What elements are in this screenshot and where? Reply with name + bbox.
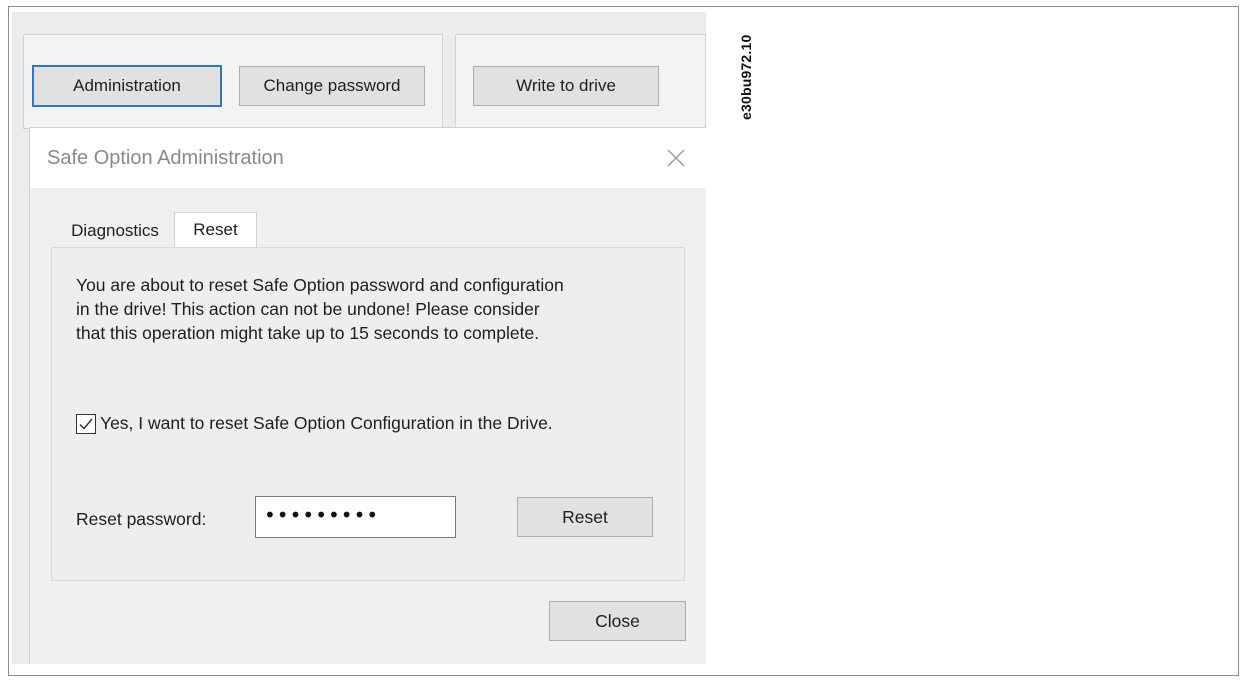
toolbar-group-admin: Administration Change password xyxy=(23,34,443,129)
toolbar-group-drive: Write to drive xyxy=(455,34,706,129)
warning-line: You are about to reset Safe Option passw… xyxy=(76,275,564,295)
check-icon xyxy=(79,418,93,430)
close-button[interactable]: Close xyxy=(549,601,686,641)
figure-id: e30bu972.10 xyxy=(738,34,754,120)
reset-password-label: Reset password: xyxy=(76,509,207,529)
reset-button[interactable]: Reset xyxy=(517,497,653,537)
dialog-titlebar: Safe Option Administration xyxy=(30,128,706,188)
reset-warning-text: You are about to reset Safe Option passw… xyxy=(76,273,666,345)
warning-line: in the drive! This action can not be und… xyxy=(76,299,540,319)
tab-diagnostics[interactable]: Diagnostics xyxy=(56,214,174,248)
close-icon[interactable] xyxy=(664,146,688,170)
change-password-button[interactable]: Change password xyxy=(239,66,425,106)
confirm-reset-checkbox[interactable] xyxy=(76,413,96,434)
write-to-drive-button[interactable]: Write to drive xyxy=(473,66,659,106)
reset-tab-panel: You are about to reset Safe Option passw… xyxy=(51,247,685,581)
dialog-title: Safe Option Administration xyxy=(47,147,284,169)
reset-password-field[interactable]: ••••••••• xyxy=(255,496,456,538)
confirm-reset-row: Yes, I want to reset Safe Option Configu… xyxy=(76,413,553,434)
confirm-reset-label: Yes, I want to reset Safe Option Configu… xyxy=(100,413,553,433)
warning-line: that this operation might take up to 15 … xyxy=(76,323,540,343)
safe-option-admin-dialog: Safe Option Administration Diagnostics R… xyxy=(29,127,706,664)
administration-button[interactable]: Administration xyxy=(32,65,222,107)
tab-reset[interactable]: Reset xyxy=(174,212,257,247)
